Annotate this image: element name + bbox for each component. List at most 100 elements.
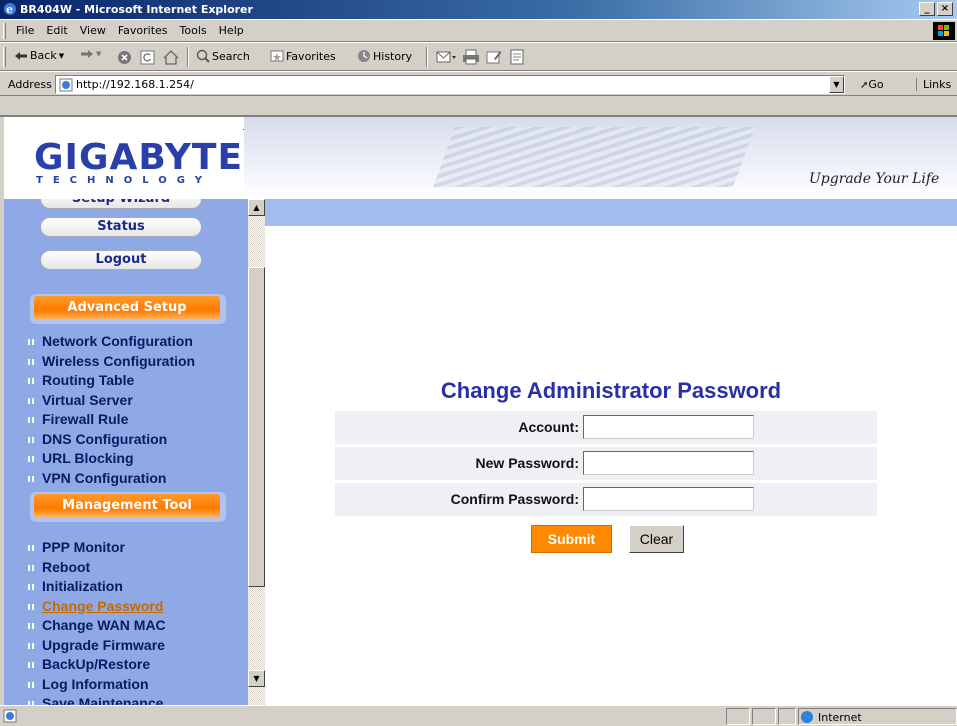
logout-button[interactable]: Logout	[40, 250, 202, 270]
status-bar: Internet	[0, 705, 957, 726]
nav-reboot[interactable]: Reboot	[28, 558, 166, 578]
menu-file[interactable]: File	[10, 20, 40, 37]
nav-initialization[interactable]: Initialization	[28, 577, 166, 597]
security-zone: Internet	[800, 710, 862, 724]
menu-bar: File Edit View Favorites Tools Help	[0, 19, 957, 42]
toolbar-separator	[426, 47, 428, 67]
toolbar-grip	[3, 23, 6, 39]
window-title: BR404W - Microsoft Internet Explorer	[20, 3, 253, 16]
address-dropdown-icon[interactable]: ▼	[829, 76, 844, 93]
nav-wireless-configuration[interactable]: Wireless Configuration	[28, 352, 195, 372]
home-icon[interactable]	[163, 50, 179, 65]
nav-routing-table[interactable]: Routing Table	[28, 371, 195, 391]
globe-icon	[801, 711, 813, 723]
new-password-label: New Password:	[475, 455, 579, 471]
nav-save-maintenance[interactable]: Save Maintenance	[28, 694, 166, 705]
nav-ppp-monitor[interactable]: PPP Monitor	[28, 538, 166, 558]
sidebar-scrollbar[interactable]: ▲ ▼	[248, 199, 265, 705]
ie-icon: e	[4, 3, 16, 16]
nav-vpn-configuration[interactable]: VPN Configuration	[28, 469, 195, 489]
nav-change-password[interactable]: Change Password	[28, 597, 166, 617]
close-button[interactable]: ×	[937, 2, 953, 16]
management-tool-menu: PPP Monitor Reboot Initialization Change…	[28, 538, 166, 705]
account-row: Account:	[335, 411, 877, 444]
page-icon	[59, 78, 73, 92]
favorites-button[interactable]: Favorites	[270, 49, 336, 63]
page-title: Change Administrator Password	[440, 378, 782, 403]
confirm-password-label: Confirm Password:	[450, 491, 579, 507]
new-password-input[interactable]	[583, 451, 754, 475]
menu-edit[interactable]: Edit	[40, 20, 73, 37]
nav-backup-restore[interactable]: BackUp/Restore	[28, 655, 166, 675]
browser-window: e BR404W - Microsoft Internet Explorer _…	[0, 0, 957, 726]
nav-change-wan-mac[interactable]: Change WAN MAC	[28, 616, 166, 636]
edit-icon[interactable]	[486, 49, 502, 65]
forward-button[interactable]: ▼	[80, 49, 101, 59]
windows-logo-icon	[933, 22, 955, 40]
status-panel	[752, 708, 776, 725]
nav-log-information[interactable]: Log Information	[28, 675, 166, 695]
nav-url-blocking[interactable]: URL Blocking	[28, 449, 195, 469]
status-button[interactable]: Status	[40, 217, 202, 237]
keyboard-graphic	[433, 127, 755, 187]
scroll-thumb[interactable]	[248, 267, 265, 587]
confirm-password-row: Confirm Password:	[335, 483, 877, 516]
minimize-button[interactable]: _	[919, 2, 935, 16]
content-header-strip	[265, 199, 957, 226]
nav-dns-configuration[interactable]: DNS Configuration	[28, 430, 195, 450]
clear-button[interactable]: Clear	[629, 525, 684, 553]
address-input[interactable]: http://192.168.1.254/ ▼	[55, 75, 845, 94]
favorites-label: Favorites	[286, 49, 336, 63]
nav-firewall-rule[interactable]: Firewall Rule	[28, 410, 195, 430]
submit-button[interactable]: Submit	[531, 525, 612, 553]
svg-text:e: e	[6, 3, 13, 16]
banner: GIGABYTETM TECHNOLOGY Upgrade Your Life	[4, 117, 957, 199]
menu-view[interactable]: View	[74, 20, 112, 37]
account-input[interactable]	[583, 415, 754, 439]
mail-icon[interactable]	[436, 49, 458, 65]
search-label: Search	[212, 49, 250, 63]
form-buttons: Submit Clear	[265, 525, 957, 555]
management-tool-header: Management Tool	[30, 492, 226, 522]
search-icon	[196, 49, 210, 63]
address-url: http://192.168.1.254/	[76, 78, 194, 91]
print-icon[interactable]	[462, 49, 480, 65]
back-label: Back	[30, 49, 57, 62]
go-button[interactable]: ➚Go	[860, 78, 884, 91]
refresh-icon[interactable]	[140, 50, 155, 65]
back-arrow-icon	[15, 51, 27, 60]
new-password-row: New Password:	[335, 447, 877, 480]
stop-icon[interactable]	[117, 50, 132, 65]
gigabyte-logo: GIGABYTETM	[34, 128, 256, 178]
banner-image: Upgrade Your Life	[244, 117, 957, 199]
status-panel	[778, 708, 796, 725]
menu-favorites[interactable]: Favorites	[112, 20, 174, 37]
advanced-setup-header: Advanced Setup	[30, 294, 226, 324]
scroll-down-icon[interactable]: ▼	[248, 670, 265, 687]
back-dropdown-icon: ▼	[58, 51, 65, 60]
main-content: Change Administrator Password Account: N…	[265, 226, 957, 705]
history-icon	[358, 50, 370, 62]
toolbar-separator	[187, 47, 189, 67]
status-page-icon	[3, 709, 17, 723]
page-viewport: GIGABYTETM TECHNOLOGY Upgrade Your Life …	[4, 117, 957, 705]
discuss-icon[interactable]	[510, 49, 524, 65]
nav-virtual-server[interactable]: Virtual Server	[28, 391, 195, 411]
setup-wizard-button[interactable]: Setup Wizard	[40, 199, 202, 209]
account-label: Account:	[518, 419, 579, 435]
history-button[interactable]: History	[357, 49, 412, 63]
status-panel	[726, 708, 750, 725]
nav-upgrade-firmware[interactable]: Upgrade Firmware	[28, 636, 166, 656]
nav-network-configuration[interactable]: Network Configuration	[28, 332, 195, 352]
forward-arrow-icon	[81, 50, 93, 58]
scroll-up-icon[interactable]: ▲	[248, 199, 265, 216]
menu-help[interactable]: Help	[213, 20, 250, 37]
confirm-password-input[interactable]	[583, 487, 754, 511]
menu-tools[interactable]: Tools	[174, 20, 213, 37]
search-button[interactable]: Search	[196, 49, 250, 63]
zone-label: Internet	[818, 710, 862, 724]
standard-toolbar: Back ▼ ▼ Search Favorites History	[0, 42, 957, 71]
links-button[interactable]: Links	[916, 78, 951, 91]
address-label: Address	[8, 78, 52, 91]
back-button[interactable]: Back ▼	[14, 49, 64, 62]
